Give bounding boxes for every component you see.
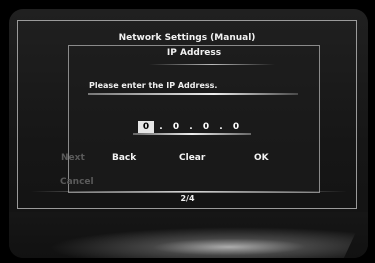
- floor-glow: [39, 227, 359, 258]
- cancel-button[interactable]: Cancel: [60, 177, 94, 187]
- prompt-text: Please enter the IP Address.: [89, 81, 218, 90]
- page-indicator: 2/4: [180, 194, 195, 203]
- ip-separator: .: [189, 122, 193, 132]
- dialog-subtitle: IP Address: [166, 48, 222, 58]
- next-button[interactable]: Next: [61, 153, 85, 163]
- floor-reflection: [9, 212, 368, 258]
- ip-separator: .: [219, 122, 223, 132]
- back-button[interactable]: Back: [112, 153, 136, 163]
- clear-button[interactable]: Clear: [179, 153, 205, 163]
- ok-button[interactable]: OK: [254, 153, 269, 163]
- ip-field-2[interactable]: 0: [168, 121, 184, 133]
- prompt-underline: [88, 93, 298, 95]
- ip-field-4[interactable]: 0: [228, 121, 244, 133]
- ip-field-1[interactable]: 0: [138, 121, 154, 133]
- ip-separator: .: [159, 122, 163, 132]
- ip-underline: [133, 133, 251, 135]
- ip-field-3[interactable]: 0: [198, 121, 214, 133]
- ip-address-panel: IP Address: [68, 45, 320, 193]
- dialog-title: Network Settings (Manual): [118, 33, 256, 43]
- subtitle-underline: [149, 64, 275, 65]
- ip-address-input[interactable]: 0 . 0 . 0 . 0: [138, 121, 244, 133]
- page-divider: [31, 191, 347, 192]
